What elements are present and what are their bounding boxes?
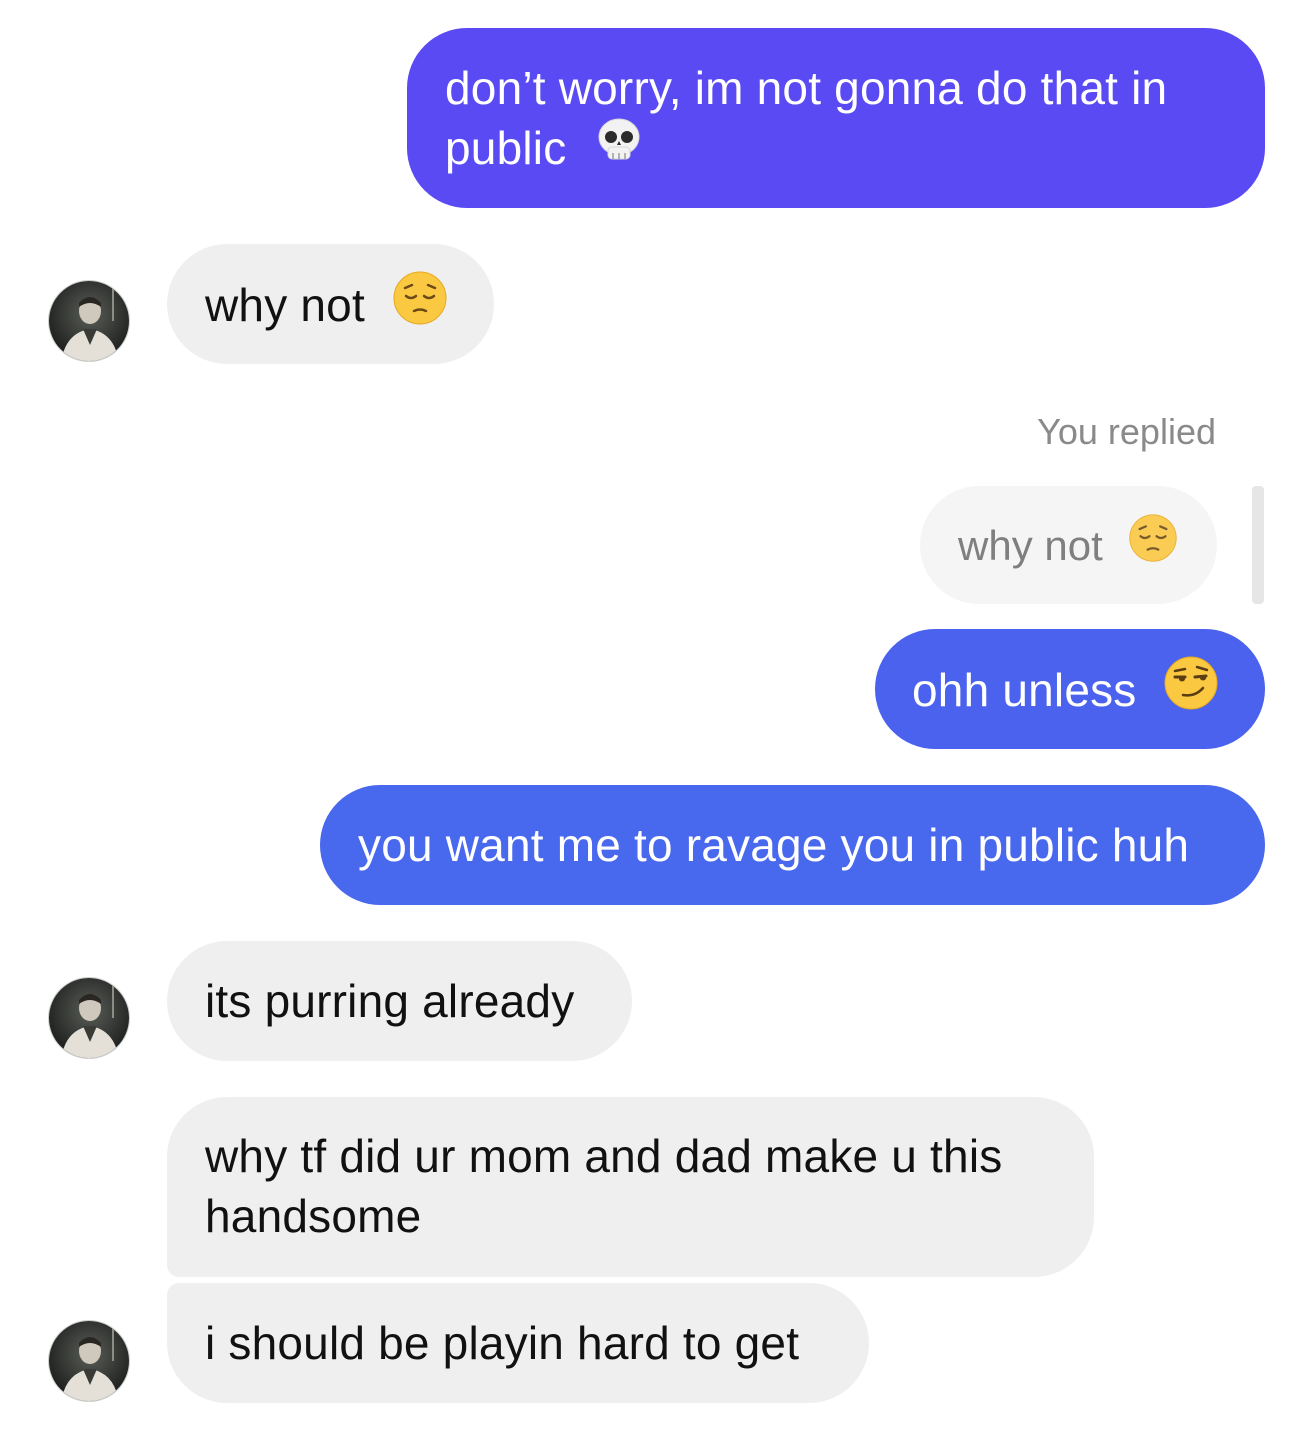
outgoing-message[interactable]: ohh unless <box>875 629 1265 749</box>
outgoing-message[interactable]: you want me to ravage you in public huh <box>320 785 1265 905</box>
contact-avatar[interactable] <box>48 1320 130 1402</box>
contact-avatar[interactable] <box>48 977 130 1059</box>
incoming-message[interactable]: why tf did ur mom and dad make u this ha… <box>167 1097 1094 1277</box>
incoming-message[interactable]: why not <box>167 244 494 364</box>
message-text: why tf did ur mom and dad make u this ha… <box>205 1130 1003 1242</box>
message-text: don’t worry, im not gonna do that in pub… <box>445 62 1168 174</box>
incoming-message[interactable]: its purring already <box>167 941 632 1061</box>
message-text: i should be playin hard to get <box>205 1317 800 1369</box>
incoming-message[interactable]: i should be playin hard to get <box>167 1283 869 1403</box>
pensive-emoji-icon <box>392 270 448 340</box>
quoted-text: why not <box>958 522 1103 570</box>
smirk-emoji-icon <box>1163 655 1219 725</box>
reply-label: You replied <box>1037 411 1216 452</box>
message-text: you want me to ravage you in public huh <box>358 819 1190 871</box>
outgoing-message[interactable]: don’t worry, im not gonna do that in pub… <box>407 28 1265 208</box>
contact-avatar[interactable] <box>48 280 130 362</box>
skull-emoji-icon <box>593 115 645 181</box>
pensive-emoji-icon <box>1128 513 1178 577</box>
reply-indicator-bar <box>1252 486 1264 604</box>
quoted-message[interactable]: why not <box>920 486 1217 604</box>
message-text: ohh unless <box>912 664 1137 717</box>
message-text: its purring already <box>205 975 575 1027</box>
message-text: why not <box>205 279 365 332</box>
